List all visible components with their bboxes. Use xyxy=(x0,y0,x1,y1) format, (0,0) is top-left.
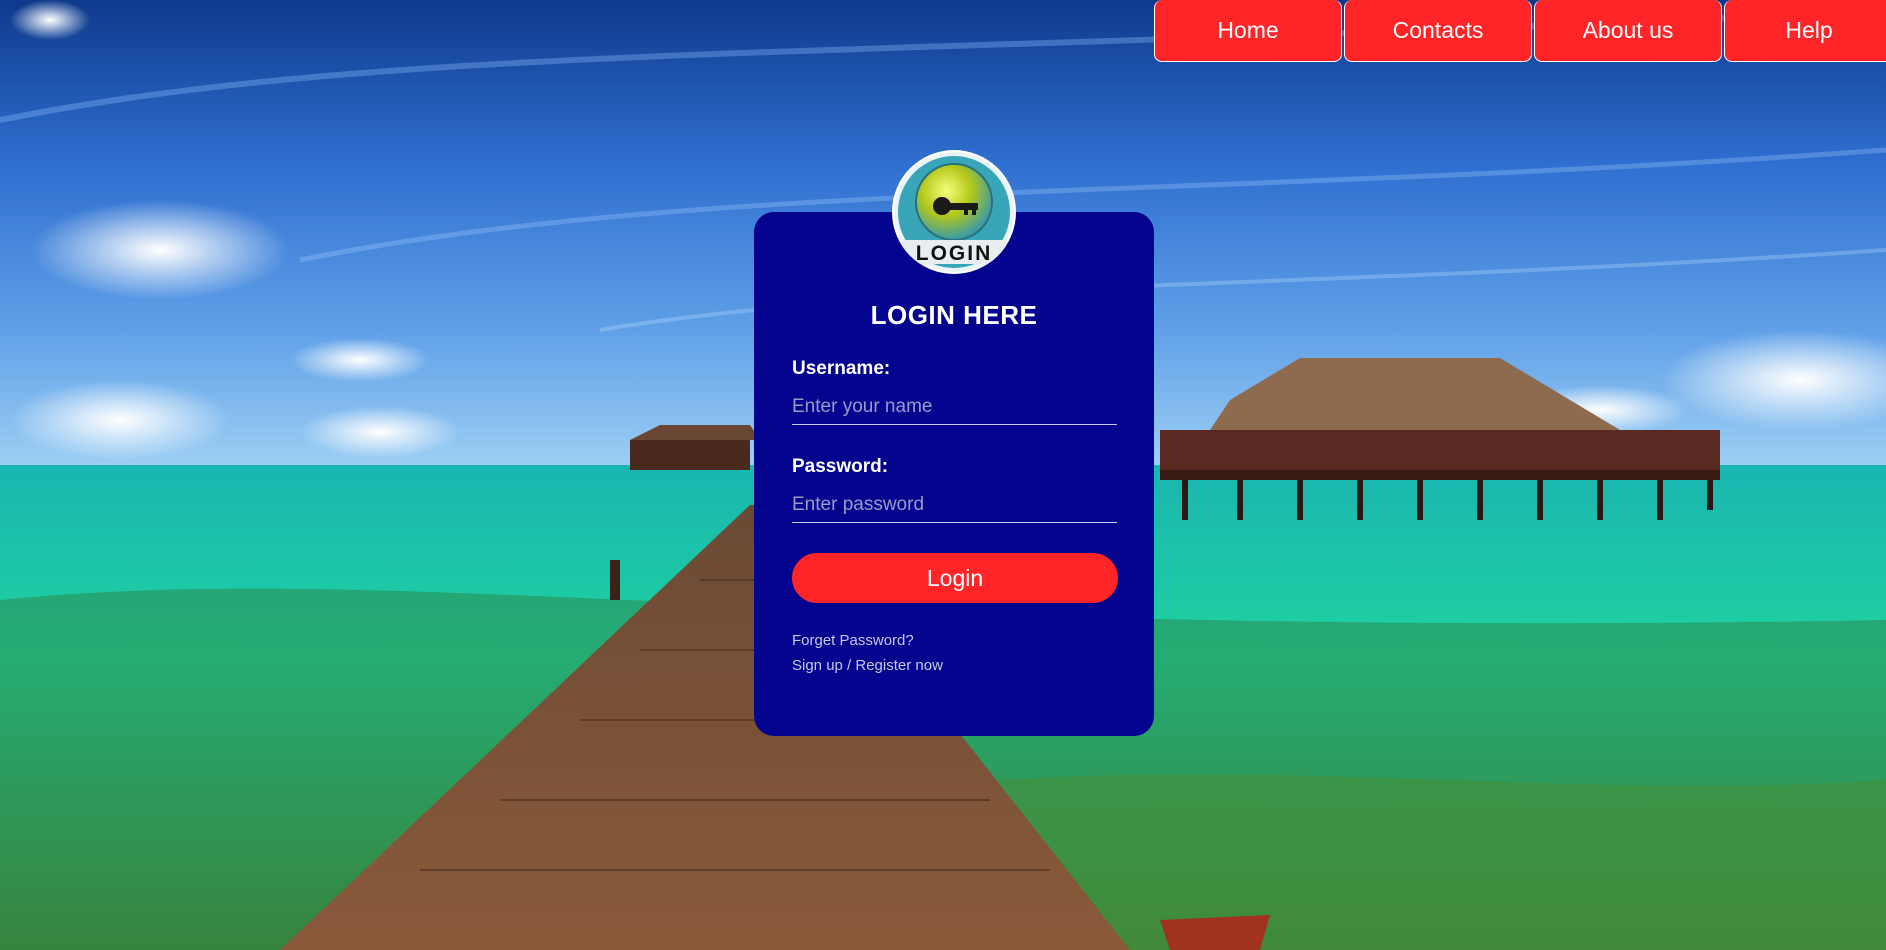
login-card: LOGIN HERE Username: Password: Login For… xyxy=(754,212,1154,736)
page-background: Home Contacts About us Help LOGIN HERE U… xyxy=(0,0,1886,950)
username-input[interactable] xyxy=(792,390,1117,425)
password-label: Password: xyxy=(792,456,889,477)
nav-contacts-button[interactable]: Contacts xyxy=(1344,0,1532,62)
nav-about-button[interactable]: About us xyxy=(1534,0,1722,62)
nav-help-button[interactable]: Help xyxy=(1724,0,1886,62)
top-navigation: Home Contacts About us Help xyxy=(1154,0,1886,64)
password-input[interactable] xyxy=(792,488,1117,523)
login-logo: LOGIN xyxy=(892,150,1016,274)
nav-home-button[interactable]: Home xyxy=(1154,0,1342,62)
register-link[interactable]: Sign up / Register now xyxy=(792,657,943,674)
logo-text: LOGIN xyxy=(916,242,993,265)
login-button[interactable]: Login xyxy=(792,553,1118,603)
login-title: LOGIN HERE xyxy=(870,300,1038,330)
username-label: Username: xyxy=(792,358,891,379)
key-icon: LOGIN xyxy=(894,152,1014,272)
forgot-password-link[interactable]: Forget Password? xyxy=(792,632,914,649)
